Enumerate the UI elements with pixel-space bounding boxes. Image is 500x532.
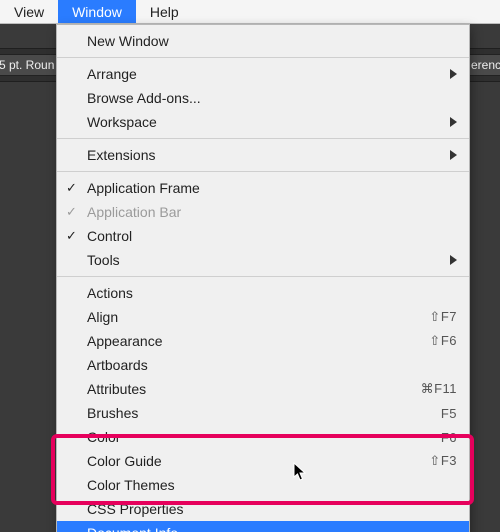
menu-workspace[interactable]: Workspace [57,110,469,134]
menubar-view[interactable]: View [0,0,58,23]
menu-label: Arrange [87,66,450,82]
menu-label: Browse Add-ons... [87,90,457,106]
menu-label: Artboards [87,357,457,373]
menu-shortcut: F6 [441,430,457,445]
menu-label: Tools [87,252,450,268]
menu-control[interactable]: ✓ Control [57,224,469,248]
menu-document-info[interactable]: Document Info [57,521,469,532]
menu-color-guide[interactable]: Color Guide ⇧F3 [57,449,469,473]
menu-shortcut: ⌘F11 [421,381,457,397]
menu-application-frame[interactable]: ✓ Application Frame [57,176,469,200]
menu-actions[interactable]: Actions [57,281,469,305]
menu-label: Brushes [87,405,441,421]
checkmark-icon: ✓ [66,180,77,196]
menu-bar: View Window Help [0,0,500,24]
menu-label: Application Bar [87,204,457,220]
checkmark-icon: ✓ [66,204,77,220]
menu-css-properties[interactable]: CSS Properties [57,497,469,521]
menu-shortcut: ⇧F6 [429,333,457,349]
menu-align[interactable]: Align ⇧F7 [57,305,469,329]
window-menu-dropdown: New Window Arrange Browse Add-ons... Wor… [56,24,470,532]
submenu-arrow-icon [450,117,457,127]
menu-label: Color [87,429,441,445]
menu-shortcut: F5 [441,406,457,421]
menu-color-themes[interactable]: Color Themes [57,473,469,497]
menu-label: Document Info [87,525,457,532]
menu-attributes[interactable]: Attributes ⌘F11 [57,377,469,401]
menu-label: Attributes [87,381,421,397]
menu-separator [57,138,469,139]
menu-application-bar: ✓ Application Bar [57,200,469,224]
checkmark-icon: ✓ [66,228,77,244]
menu-color[interactable]: Color F6 [57,425,469,449]
menu-appearance[interactable]: Appearance ⇧F6 [57,329,469,353]
menubar-help[interactable]: Help [136,0,193,23]
menu-extensions[interactable]: Extensions [57,143,469,167]
menubar-window[interactable]: Window [58,0,136,23]
menu-label: Align [87,309,429,325]
menu-tools[interactable]: Tools [57,248,469,272]
menu-label: Color Guide [87,453,429,469]
menu-label: Appearance [87,333,429,349]
menu-label: Workspace [87,114,450,130]
menu-new-window[interactable]: New Window [57,29,469,53]
menu-browse-addons[interactable]: Browse Add-ons... [57,86,469,110]
menu-label: Color Themes [87,477,457,493]
menu-label: Extensions [87,147,450,163]
menu-label: Application Frame [87,180,457,196]
menu-artboards[interactable]: Artboards [57,353,469,377]
menu-label: Control [87,228,457,244]
menu-brushes[interactable]: Brushes F5 [57,401,469,425]
menu-separator [57,57,469,58]
submenu-arrow-icon [450,255,457,265]
menu-label: Actions [87,285,457,301]
menu-label: New Window [87,33,457,49]
submenu-arrow-icon [450,69,457,79]
menu-separator [57,276,469,277]
menu-label: CSS Properties [87,501,457,517]
stroke-profile-chip[interactable]: 5 pt. Roun [0,54,63,76]
menu-shortcut: ⇧F3 [429,453,457,469]
menu-separator [57,171,469,172]
menu-arrange[interactable]: Arrange [57,62,469,86]
menu-shortcut: ⇧F7 [429,309,457,325]
submenu-arrow-icon [450,150,457,160]
